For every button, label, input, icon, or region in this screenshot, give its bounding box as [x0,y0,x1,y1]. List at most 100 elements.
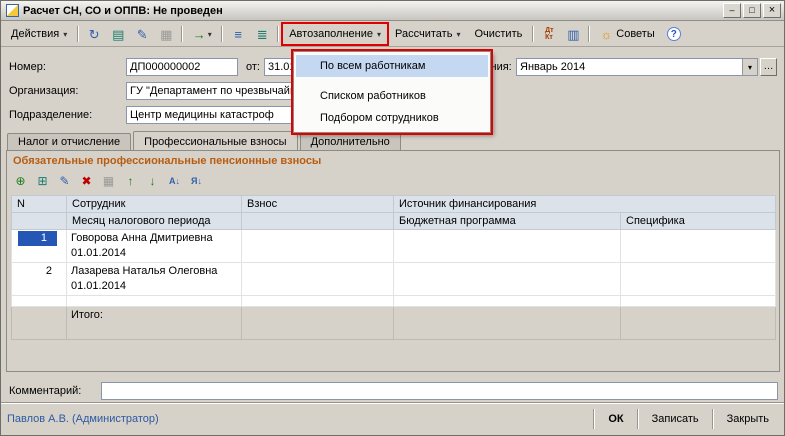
row-number-cell[interactable]: 2 [12,263,67,296]
col-header-n: N [12,196,67,213]
list-settings-button[interactable]: ≣ [251,24,273,44]
col-header-month: Месяц налогового периода [67,213,242,230]
actions-label: Действия [11,28,59,40]
close-button[interactable]: Закрыть [718,410,778,428]
autofill-button[interactable]: Автозаполнение ▾ [283,24,387,44]
document-icon [6,4,19,17]
toolbar-separator [77,26,79,42]
autofill-menu: По всем работникам Списком работников По… [293,51,491,133]
actions-button[interactable]: Действия ▾ [5,24,73,44]
save-button[interactable]: Записать [643,410,708,428]
delete-row-icon[interactable]: ✖ [77,172,96,190]
duplicate-icon: ▦ [160,28,172,41]
tab-professional-contributions[interactable]: Профессиональные взносы [133,131,297,152]
end-edit-icon[interactable]: ▦ [99,172,118,190]
journal-button[interactable]: ▥ [562,24,584,44]
number-label: Номер: [9,61,46,73]
date-label: от: [246,61,260,73]
calculate-button[interactable]: Рассчитать ▾ [389,24,466,44]
contributions-table: N Сотрудник Взнос Источник финансировани… [11,195,776,340]
advice-button[interactable]: ☼ Советы [594,24,660,44]
maximize-button[interactable]: □ [743,3,761,18]
toolbar-separator [588,26,590,42]
clear-label: Очистить [474,28,522,40]
contribution-cell[interactable] [242,230,394,263]
ok-button[interactable]: ОК [599,410,632,428]
titlebar: Расчет СН, СО и ОППВ: Не проведен – □ × [1,1,784,21]
add-copy-row-icon[interactable]: ⊞ [33,172,52,190]
window-title: Расчет СН, СО и ОППВ: Не проведен [23,5,723,17]
menu-item-employee-selection[interactable]: Подбором сотрудников [296,107,488,129]
organization-input[interactable] [126,82,296,100]
table-row[interactable]: 1 Говорова Анна Дмитриевна01.01.2014 [12,230,776,263]
journal-icon: ▥ [567,28,579,41]
edit-row-icon[interactable]: ✎ [55,172,74,190]
calculate-label: Рассчитать [395,28,452,40]
goto-icon: → [193,28,206,41]
table-empty-space [12,296,776,307]
col-header-empty [242,213,394,230]
sort-asc-icon[interactable]: А↓ [165,172,184,190]
specifics-cell[interactable] [621,263,776,296]
note-button[interactable]: ✎ [131,24,153,44]
current-user-status: Павлов А.В. (Администратор) [7,413,589,425]
footer-separator [712,409,714,429]
budget-program-cell[interactable] [394,263,621,296]
contribution-cell[interactable] [242,263,394,296]
main-toolbar: Действия ▾ ↻ ▤ ✎ ▦ → ▾ ≡ ≣ Автозаполнени… [1,22,784,47]
chevron-down-icon: ▾ [208,30,212,39]
document-window: Расчет СН, СО и ОППВ: Не проведен – □ × … [0,0,785,436]
help-icon: ? [667,27,681,41]
department-input[interactable] [126,106,296,124]
period-value: Январь 2014 [517,61,742,73]
employee-cell[interactable]: Лазарева Наталья Олеговна01.01.2014 [67,263,242,296]
period-more-button[interactable]: … [760,58,777,76]
move-up-icon[interactable]: ↑ [121,172,140,190]
copy-button[interactable]: ▤ [107,24,129,44]
section-title: Обязательные профессиональные пенсионные… [13,155,321,167]
toolbar-separator [532,26,534,42]
list-settings-icon: ≣ [257,28,268,41]
employee-cell[interactable]: Говорова Анна Дмитриевна01.01.2014 [67,230,242,263]
help-button[interactable]: ? [663,24,685,44]
tab-tax-and-deduction[interactable]: Налог и отчисление [7,133,131,151]
clear-button[interactable]: Очистить [468,24,528,44]
menu-item-employee-list[interactable]: Списком работников [296,85,488,107]
col-header-budget-program: Бюджетная программа [394,213,621,230]
tab-additional[interactable]: Дополнительно [300,133,401,151]
chevron-down-icon: ▾ [456,30,460,39]
comment-label: Комментарий: [9,385,81,397]
col-header-specifics: Специфика [621,213,776,230]
add-row-icon[interactable]: ⊕ [11,172,30,190]
reread-icon: ↻ [89,28,100,41]
chevron-down-icon: ▾ [63,30,67,39]
toolbar-separator [221,26,223,42]
number-input[interactable] [126,58,238,76]
total-label-cell: Итого: [67,307,242,340]
row-number-cell[interactable]: 1 [12,230,67,263]
duplicate-button[interactable]: ▦ [155,24,177,44]
tab-bar: Налог и отчисление Профессиональные взно… [7,130,403,151]
autofill-label: Автозаполнение [289,28,373,40]
menu-separator [296,77,488,85]
goto-button[interactable]: → ▾ [187,24,217,44]
toolbar-separator [181,26,183,42]
minimize-button[interactable]: – [723,3,741,18]
period-combo[interactable]: Январь 2014 ▾ [516,58,758,76]
comment-input[interactable] [101,382,778,400]
footer-separator [593,409,595,429]
list-button[interactable]: ≡ [227,24,249,44]
move-down-icon[interactable]: ↓ [143,172,162,190]
period-dropdown-icon[interactable]: ▾ [742,59,757,75]
close-window-button[interactable]: × [763,3,781,18]
col-header-employee: Сотрудник [67,196,242,213]
copy-icon: ▤ [112,28,124,41]
budget-program-cell[interactable] [394,230,621,263]
specifics-cell[interactable] [621,230,776,263]
dtkt-button[interactable]: ДтКт [538,24,560,44]
menu-item-all-employees[interactable]: По всем работникам [296,55,488,77]
reread-button[interactable]: ↻ [83,24,105,44]
sort-desc-icon[interactable]: Я↓ [187,172,206,190]
table-row[interactable]: 2 Лазарева Наталья Олеговна01.01.2014 [12,263,776,296]
advice-lamp-icon: ☼ [600,28,612,41]
